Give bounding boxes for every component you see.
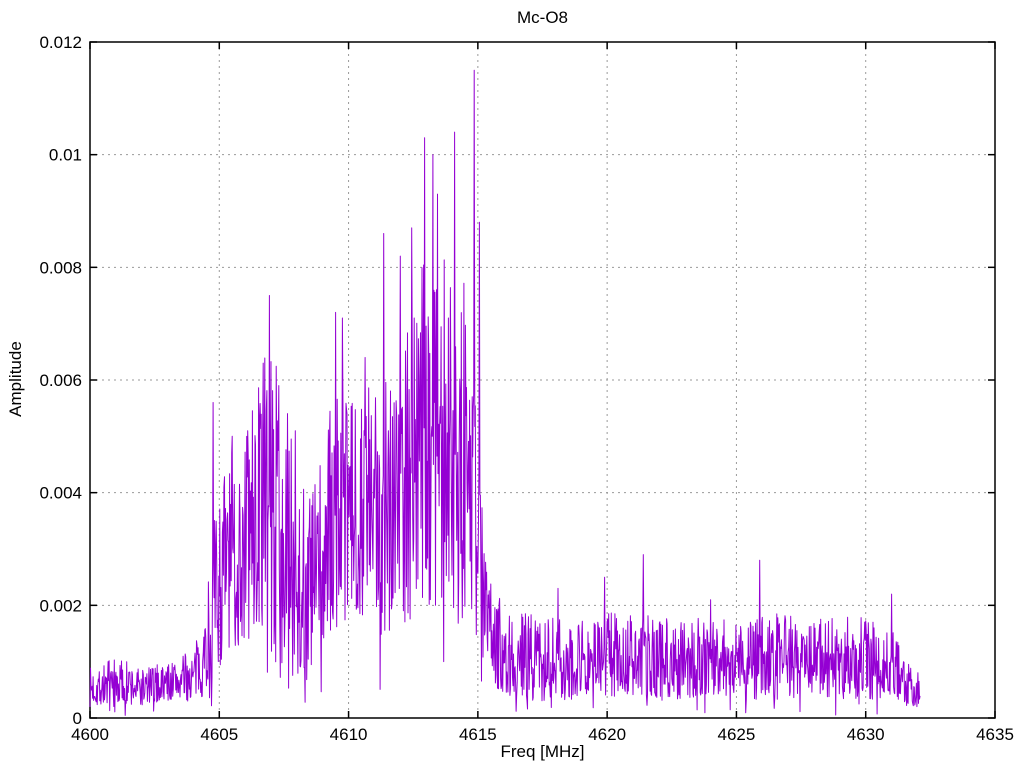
y-tick-label: 0.006 — [39, 371, 82, 390]
plot-figure: 4600 4605 4610 4615 4620 4625 4630 4635 0 0.002 0.… — [0, 0, 1024, 768]
y-tick-label: 0.01 — [49, 146, 82, 165]
y-tick-label: 0.004 — [39, 484, 82, 503]
spectrum-chart: 4600 4605 4610 4615 4620 4625 4630 463500.0020.… — [39, 33, 1013, 744]
chart-title: Mc-O8 — [517, 8, 568, 27]
y-tick-label: 0 — [73, 709, 82, 728]
x-axis-label: Freq [MHz] — [500, 742, 585, 761]
spectrum-trace — [89, 69, 921, 716]
y-tick-label: 0.008 — [39, 258, 82, 277]
y-tick-label: 0.002 — [39, 596, 82, 615]
y-axis-label: Amplitude — [6, 341, 25, 417]
y-tick-label: 0.012 — [39, 33, 82, 52]
